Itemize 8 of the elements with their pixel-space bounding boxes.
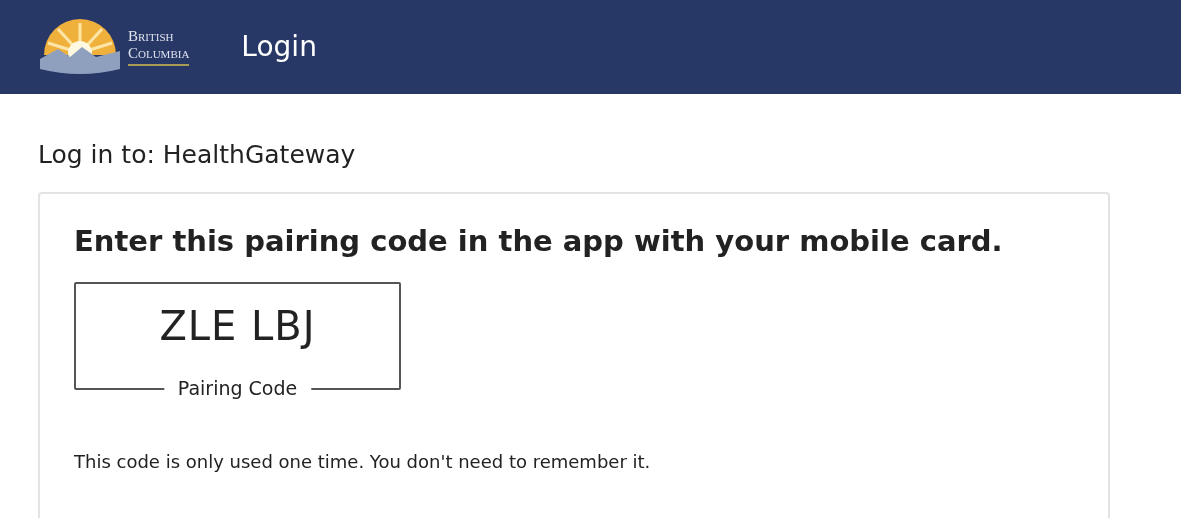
login-target-text: Log in to: HealthGateway <box>38 139 357 171</box>
pairing-code: ZLE LBJ <box>159 306 316 347</box>
note-text: This code is only used one time. You don't need to remember it. <box>74 450 652 475</box>
page-title: Login <box>241 29 317 65</box>
logo-text: Columbia <box>128 45 190 62</box>
logo-text: British <box>128 28 175 45</box>
card-heading: Enter this pairing code in the app with your mobile card. <box>74 223 1004 259</box>
sun-mountain-logo-icon <box>40 19 120 75</box>
